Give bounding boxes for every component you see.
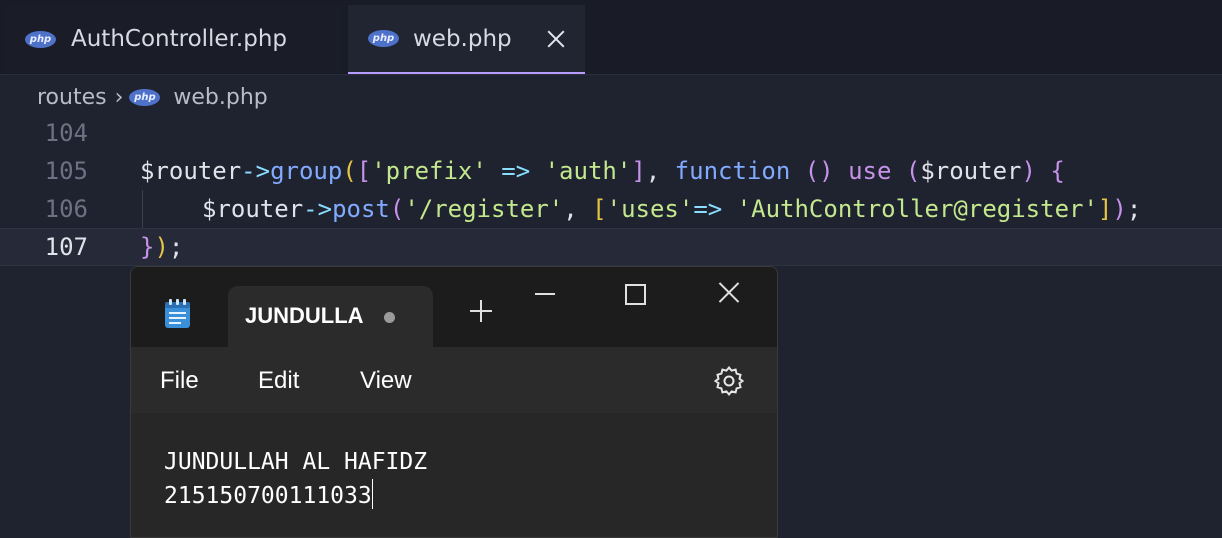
tab-authcontroller[interactable]: php AuthController.php (5, 5, 342, 73)
minimize-button[interactable] (535, 293, 555, 295)
notepad-menubar: File Edit View (131, 347, 777, 413)
notepad-titlebar[interactable]: JUNDULLAH AL HAFIDZ (131, 267, 777, 348)
content-line: 215150700111033 (164, 483, 372, 509)
code-line-current: 107 }); (0, 228, 1222, 266)
php-file-icon: php (368, 30, 399, 47)
notepad-tab-title: JUNDULLAH AL HAFIDZ (245, 303, 363, 328)
code-line: 106 $router->post('/register', ['uses'=>… (0, 190, 1222, 228)
content-line: JUNDULLAH AL HAFIDZ (164, 449, 428, 475)
code-text: }); (140, 233, 184, 261)
notepad-window[interactable]: JUNDULLAH AL HAFIDZ File Edit View JUNDU… (130, 266, 778, 538)
breadcrumb-folder[interactable]: routes (37, 85, 107, 110)
breadcrumb-file[interactable]: web.php (173, 85, 267, 110)
menu-file[interactable]: File (160, 367, 199, 395)
notepad-text-area[interactable]: JUNDULLAH AL HAFIDZ 215150700111033 (131, 413, 777, 537)
code-text: $router->post('/register', ['uses'=> 'Au… (202, 195, 1142, 223)
text-caret (371, 479, 373, 509)
line-number: 105 (44, 157, 88, 185)
editor-tab-bar: php AuthController.php php web.php (0, 0, 1222, 75)
notepad-tab[interactable]: JUNDULLAH AL HAFIDZ (228, 286, 433, 348)
gear-icon[interactable] (713, 365, 745, 397)
line-number: 104 (44, 119, 88, 147)
maximize-button[interactable] (625, 284, 646, 305)
close-icon[interactable] (545, 28, 567, 50)
breadcrumb: routes › php web.php (0, 75, 1222, 119)
close-window-button[interactable] (718, 281, 740, 303)
unsaved-dot-icon (384, 312, 395, 323)
line-number: 107 (44, 233, 88, 261)
notepad-content[interactable]: JUNDULLAH AL HAFIDZ 215150700111033 (164, 445, 427, 513)
php-file-icon: php (129, 88, 161, 106)
menu-edit[interactable]: Edit (258, 367, 299, 395)
line-number: 106 (44, 195, 88, 223)
code-line: 104 (0, 114, 1222, 152)
menu-view[interactable]: View (360, 367, 412, 395)
new-tab-button[interactable] (470, 300, 492, 322)
tab-label: AuthController.php (71, 26, 288, 52)
notepad-icon (165, 299, 190, 328)
code-line: 105 $router->group(['prefix' => 'auth'],… (0, 152, 1222, 190)
tab-web-php[interactable]: php web.php (348, 5, 585, 74)
code-text: $router->group(['prefix' => 'auth'], fun… (140, 157, 1065, 185)
tab-label: web.php (413, 25, 512, 52)
chevron-right-icon: › (114, 84, 124, 110)
php-file-icon: php (25, 30, 56, 48)
